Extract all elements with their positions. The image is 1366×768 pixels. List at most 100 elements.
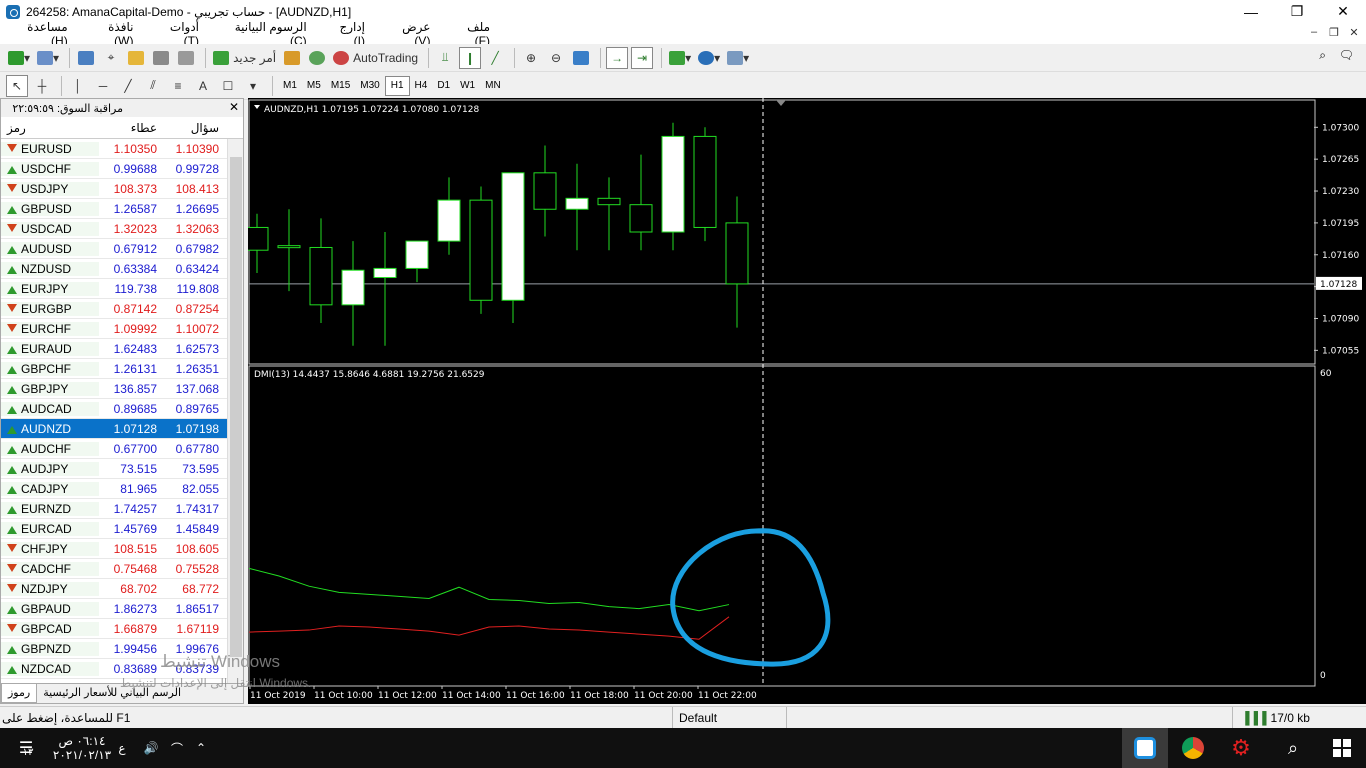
candlestick-button[interactable]: ❙ [459,46,482,69]
mdi-close-button[interactable]: ✕ [1346,23,1362,41]
market-watch-row[interactable]: AUDNZD 1.07128 1.07198 [1,419,243,439]
status-connection[interactable]: ▐▐▐ 17/0 kb [1232,707,1318,729]
bar-chart-button[interactable]: ⫫ [434,47,456,69]
horizontal-line-button[interactable]: ─ [92,75,114,97]
chevron-up-icon[interactable]: ⌃ [190,728,212,768]
market-watch-row[interactable]: CADCHF 0.75468 0.75528 [1,559,243,579]
market-watch-row[interactable]: USDJPY 108.373 108.413 [1,179,243,199]
market-watch-row[interactable]: AUDCAD 0.89685 0.89765 [1,399,243,419]
market-watch-row[interactable]: AUDJPY 73.515 73.595 [1,459,243,479]
label-button[interactable]: ☐ [217,75,239,97]
cursor-button[interactable]: ↖ [6,74,28,97]
timeframe-d1[interactable]: D1 [432,76,455,96]
market-watch-row[interactable]: CHFJPY 108.515 108.605 [1,539,243,559]
arrow-up-icon [7,504,17,514]
volume-icon[interactable]: 🔊 [140,728,162,768]
close-icon[interactable]: ✕ [229,100,239,114]
crosshair-button[interactable]: ┼ [31,75,53,97]
navigator-button[interactable] [125,47,147,69]
chart-canvas[interactable]: 1.07300 1.07265 1.07230 1.07195 1.07160 1.071… [245,98,1366,704]
tester-button[interactable] [175,47,197,69]
chat-icon[interactable]: 🗨 [1339,48,1354,62]
market-watch-row[interactable]: EURCAD 1.45769 1.45849 [1,519,243,539]
maximize-button[interactable]: ❐ [1274,0,1320,23]
timeframe-m5[interactable]: M5 [302,76,326,96]
new-order-button[interactable]: أمر جديد [211,47,278,69]
timeframe-m15[interactable]: M15 [326,76,355,96]
market-watch-row[interactable]: USDCAD 1.32023 1.32063 [1,219,243,239]
zoom-out-button[interactable]: ⊖ [545,47,567,69]
market-watch-row[interactable]: EURUSD 1.10350 1.10390 [1,139,243,159]
market-watch-row[interactable]: GBPUSD 1.26587 1.26695 [1,199,243,219]
auto-scroll-button[interactable]: → [606,46,629,69]
metaeditor-button[interactable] [281,47,303,69]
data-window-button[interactable]: ⌖ [100,47,122,69]
chart-shift-button[interactable]: ⇥ [631,46,654,69]
indicators-button[interactable]: ▾ [667,47,693,69]
vertical-line-button[interactable]: │ [67,75,89,97]
market-watch-scrollbar[interactable] [227,139,243,687]
timeframe-w1[interactable]: W1 [455,76,480,96]
market-watch-row[interactable]: NZDJPY 68.702 68.772 [1,579,243,599]
new-chart-button[interactable]: ▾ [6,47,32,69]
market-watch-row[interactable]: EURCHF 1.09992 1.10072 [1,319,243,339]
fibonacci-button[interactable]: ≡ [167,75,189,97]
timeframe-h1[interactable]: H1 [384,75,410,96]
templates-button[interactable]: ▾ [725,47,751,69]
arrows-button[interactable]: ▾ [242,75,264,97]
market-watch-row[interactable]: EURAUD 1.62483 1.62573 [1,339,243,359]
mdi-restore-button[interactable]: ❐ [1326,23,1342,41]
market-watch-row[interactable]: EURNZD 1.74257 1.74317 [1,499,243,519]
zoom-in-button[interactable]: ⊕ [520,47,542,69]
timeframe-mn[interactable]: MN [480,76,506,96]
bid-cell: 136.857 [113,381,157,396]
minimize-button[interactable]: — [1228,0,1274,23]
col-bid[interactable]: عطاء [99,117,161,138]
market-watch-button[interactable] [75,47,97,69]
market-watch-row[interactable]: AUDCHF 0.67700 0.67780 [1,439,243,459]
timeframe-m30[interactable]: M30 [355,76,384,96]
market-watch-row[interactable]: USDCHF 0.99688 0.99728 [1,159,243,179]
clock[interactable]: ٠٦:١٤ ص ٢٠٢١/٠٢/١٣ [52,728,112,768]
text-button[interactable]: A [192,75,214,97]
col-ask[interactable]: سؤال [161,117,223,138]
timeframe-m1[interactable]: M1 [278,76,302,96]
search-icon[interactable]: ⌕ [1319,48,1326,63]
market-watch-row[interactable]: AUDUSD 0.67912 0.67982 [1,239,243,259]
market-watch-row[interactable]: NZDUSD 0.63384 0.63424 [1,259,243,279]
templates-icon [727,50,744,65]
language-indicator[interactable]: ع [112,728,132,768]
market-watch-row[interactable]: EURGBP 0.87142 0.87254 [1,299,243,319]
line-chart-button[interactable]: ╱ [484,47,506,69]
taskbar-chrome[interactable] [1170,728,1216,768]
symbol-name: GBPUSD [21,201,72,216]
chart-window[interactable]: 1.07300 1.07265 1.07230 1.07195 1.07160 1.071… [245,98,1366,704]
market-watch-row[interactable]: EURJPY 119.738 119.808 [1,279,243,299]
timeframe-h4[interactable]: H4 [410,76,433,96]
market-watch-row[interactable]: GBPJPY 136.857 137.068 [1,379,243,399]
taskbar-search[interactable]: ⌕ [1270,728,1316,768]
candle-body [405,240,429,269]
autotrading-button[interactable]: AutoTrading [331,47,420,69]
mdi-minimize-button[interactable]: – [1306,23,1322,41]
market-watch-row[interactable]: GBPAUD 1.86273 1.86517 [1,599,243,619]
market-watch-row[interactable]: CADJPY 81.965 82.055 [1,479,243,499]
trendline-button[interactable]: ╱ [117,75,139,97]
wifi-icon[interactable]: ⌒ [166,728,188,768]
market-watch-row[interactable]: GBPCHF 1.26131 1.26351 [1,359,243,379]
taskbar-metatrader[interactable] [1122,728,1168,768]
close-button[interactable]: ✕ [1320,0,1366,23]
ask-cell: 0.87254 [175,301,219,316]
profiles-button[interactable]: ▾ [35,47,61,69]
terminal-button[interactable] [150,47,172,69]
channel-button[interactable]: ⫽ [142,75,164,97]
taskbar-app-red[interactable]: ⚙ [1218,728,1264,768]
ask-cell: 137.068 [175,381,219,396]
periods-button[interactable]: ▾ [696,47,722,69]
market-watch-row[interactable]: GBPCAD 1.66879 1.67119 [1,619,243,639]
start-button[interactable] [1318,728,1366,768]
tab-symbols[interactable]: رموز [1,684,38,703]
col-symbol[interactable]: رمز [1,117,99,138]
tile-windows-button[interactable] [570,47,592,69]
signals-button[interactable] [306,47,328,69]
